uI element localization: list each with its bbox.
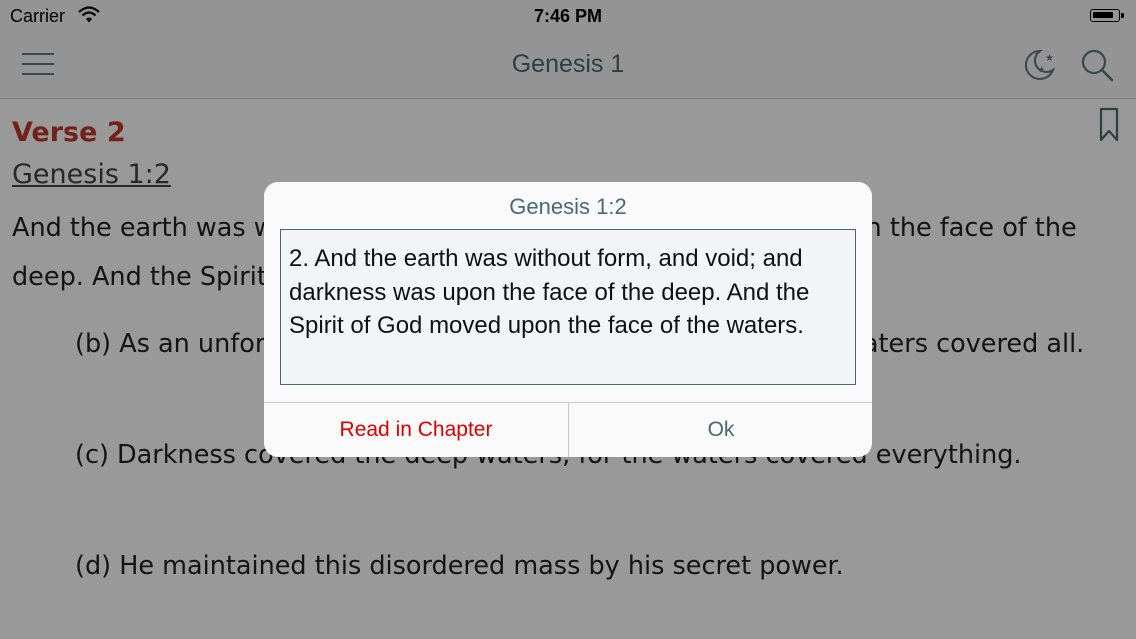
app-window: Carrier 7:46 PM Genesis 1 ★ ★ Verse 2 Ge… bbox=[0, 0, 1136, 639]
alert-title: Genesis 1:2 bbox=[509, 194, 627, 219]
alert-verse-text: 2. And the earth was without form, and v… bbox=[280, 229, 856, 385]
read-in-chapter-button[interactable]: Read in Chapter bbox=[264, 403, 568, 457]
ok-button[interactable]: Ok bbox=[569, 403, 872, 457]
verse-alert-dialog: Genesis 1:2 2. And the earth was without… bbox=[264, 182, 872, 457]
